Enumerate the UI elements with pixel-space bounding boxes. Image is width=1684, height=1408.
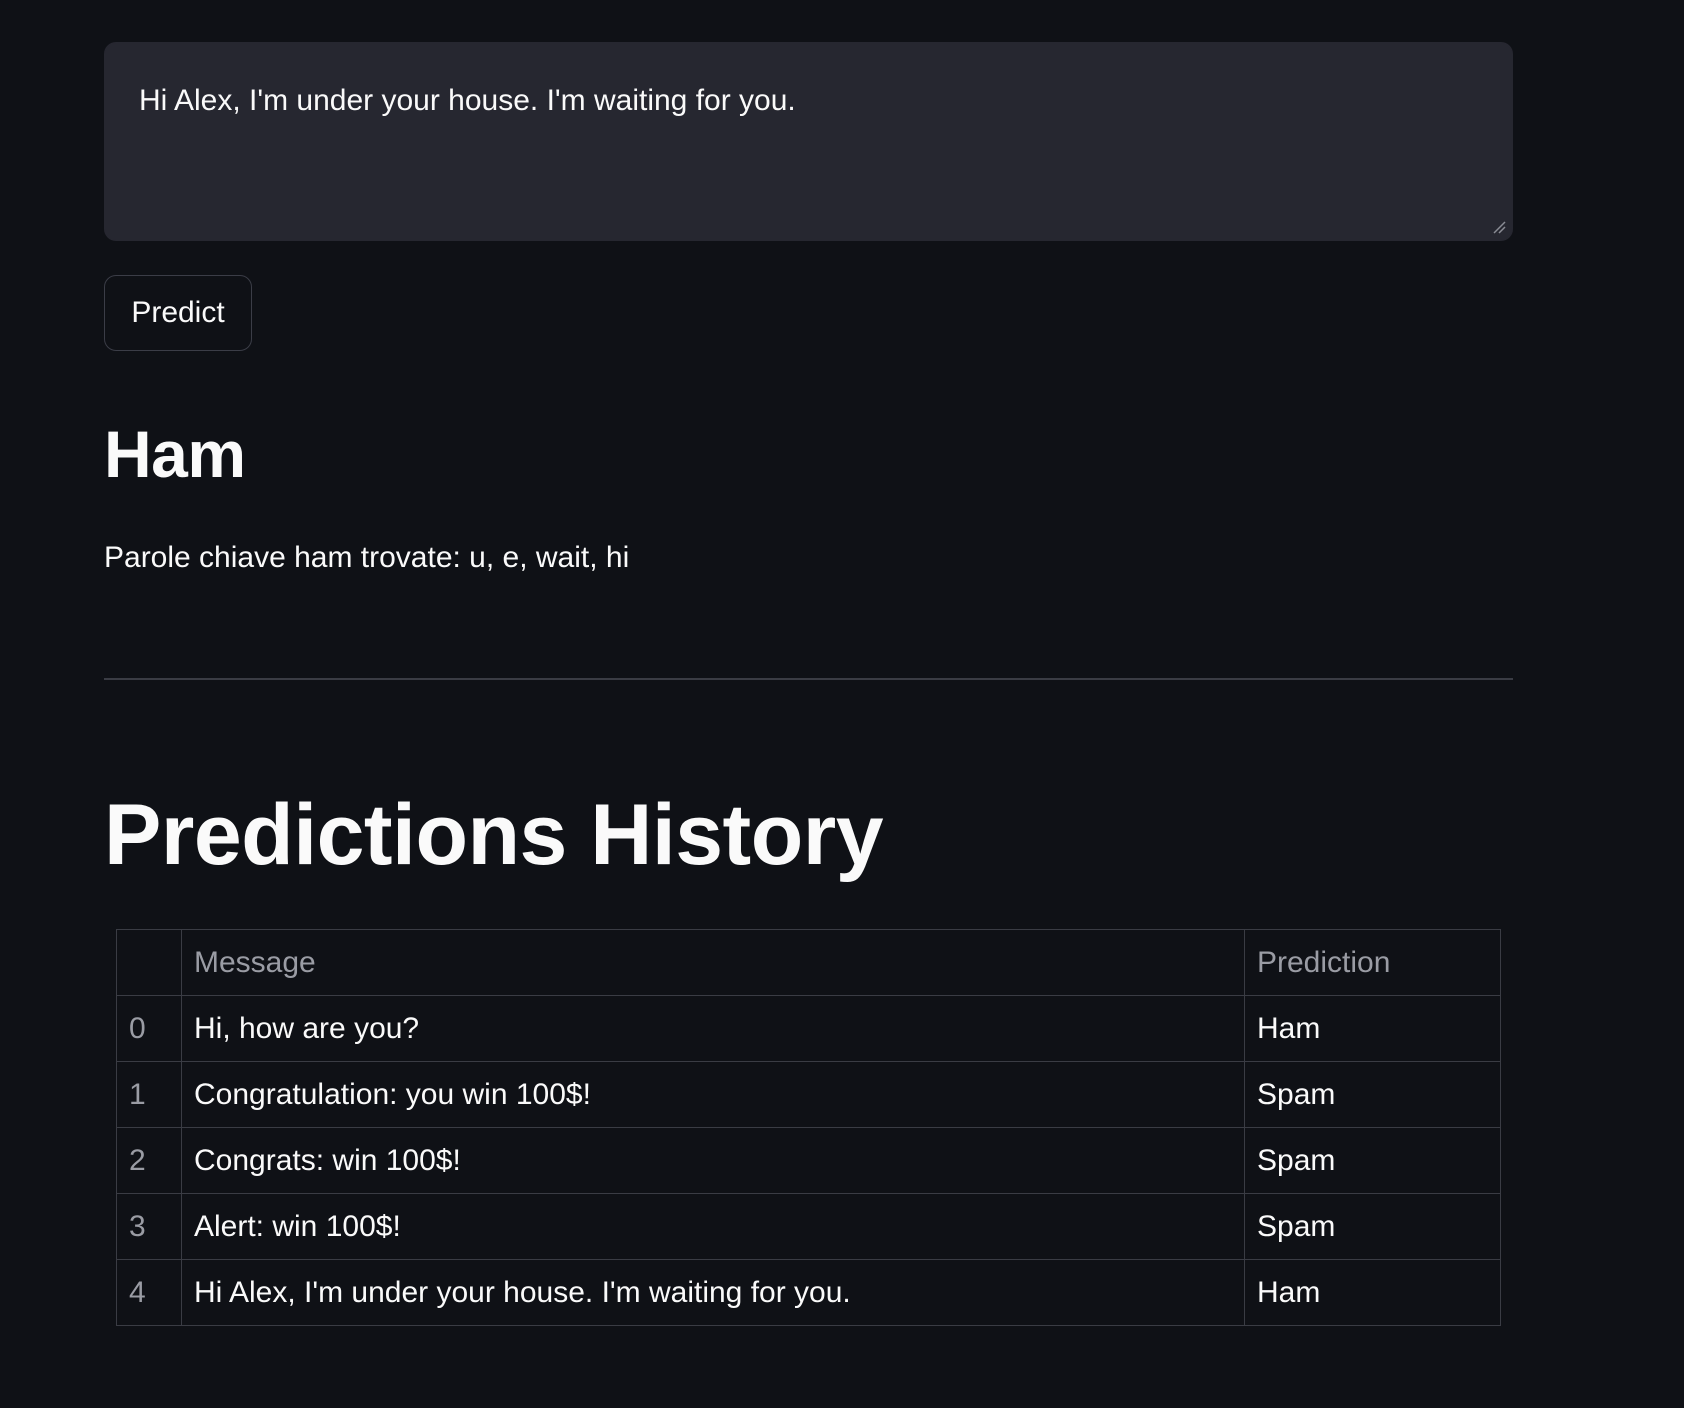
row-message: Congrats: win 100$!: [181, 1127, 1245, 1194]
prediction-result-title: Ham: [104, 417, 246, 491]
row-message: Hi Alex, I'm under your house. I'm waiti…: [181, 1259, 1245, 1326]
history-title: Predictions History: [104, 787, 884, 883]
divider: [104, 678, 1513, 680]
row-index: 0: [116, 995, 182, 1062]
row-prediction: Ham: [1244, 995, 1501, 1062]
row-prediction: Spam: [1244, 1127, 1501, 1194]
column-header-prediction[interactable]: Prediction: [1244, 929, 1501, 996]
row-index: 3: [116, 1193, 182, 1260]
keywords-text: Parole chiave ham trovate: u, e, wait, h…: [104, 541, 630, 574]
row-prediction: Spam: [1244, 1193, 1501, 1260]
history-table: Message Prediction 0 Hi, how are you? Ha…: [116, 929, 1501, 1326]
table-row: 0 Hi, how are you? Ham: [116, 995, 1501, 1062]
row-prediction: Ham: [1244, 1259, 1501, 1326]
predict-button[interactable]: Predict: [104, 275, 252, 351]
column-header-index[interactable]: [116, 929, 182, 996]
app-page: Hi Alex, I'm under your house. I'm waiti…: [0, 0, 1684, 1408]
row-message: Congratulation: you win 100$!: [181, 1061, 1245, 1128]
message-input-container: Hi Alex, I'm under your house. I'm waiti…: [104, 42, 1513, 241]
table-row: 3 Alert: win 100$! Spam: [116, 1193, 1501, 1260]
table-row: 4 Hi Alex, I'm under your house. I'm wai…: [116, 1259, 1501, 1326]
row-message: Alert: win 100$!: [181, 1193, 1245, 1260]
column-header-message[interactable]: Message: [181, 929, 1245, 996]
row-prediction: Spam: [1244, 1061, 1501, 1128]
row-message: Hi, how are you?: [181, 995, 1245, 1062]
row-index: 4: [116, 1259, 182, 1326]
row-index: 1: [116, 1061, 182, 1128]
table-header-row: Message Prediction: [116, 929, 1501, 996]
message-input[interactable]: Hi Alex, I'm under your house. I'm waiti…: [105, 43, 1512, 240]
table-row: 1 Congratulation: you win 100$! Spam: [116, 1061, 1501, 1128]
resize-handle-icon[interactable]: [1492, 220, 1506, 234]
row-index: 2: [116, 1127, 182, 1194]
table-row: 2 Congrats: win 100$! Spam: [116, 1127, 1501, 1194]
history-table-container: Message Prediction 0 Hi, how are you? Ha…: [116, 929, 1501, 1326]
